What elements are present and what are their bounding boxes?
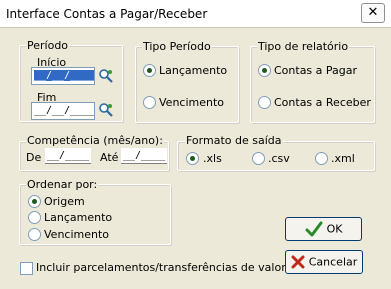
- competencia-ate-field[interactable]: __/____: [121, 148, 167, 164]
- cancel-label: Cancelar: [308, 255, 358, 269]
- ordenar-legend: Ordenar por:: [26, 178, 99, 191]
- csv-label[interactable]: .csv: [268, 152, 290, 165]
- close-button[interactable]: ✕: [361, 3, 385, 23]
- de-label: De: [26, 151, 42, 164]
- cancel-button[interactable]: Cancelar: [285, 250, 363, 274]
- cancel-x-icon: [291, 255, 305, 269]
- close-icon: ✕: [367, 5, 379, 20]
- window-title: Interface Contas a Pagar/Receber: [6, 7, 208, 21]
- radio-xls[interactable]: [186, 152, 199, 165]
- competencia-de-field[interactable]: __/____: [45, 148, 91, 164]
- radio-tipo-lancamento[interactable]: [143, 64, 156, 77]
- search-icon[interactable]: [98, 68, 114, 84]
- title-bar: Interface Contas a Pagar/Receber ✕: [0, 0, 391, 28]
- ordenar-origem-label[interactable]: Origem: [44, 195, 85, 208]
- ordenar-vencimento-label[interactable]: Vencimento: [44, 228, 109, 241]
- tipo-vencimento-label[interactable]: Vencimento: [159, 96, 224, 109]
- radio-ordenar-lancamento[interactable]: [28, 211, 41, 224]
- contas-pagar-label[interactable]: Contas a Pagar: [274, 64, 357, 77]
- inicio-date-field[interactable]: __/__/____: [31, 67, 95, 85]
- checkmark-icon: [305, 221, 323, 237]
- ate-label: Até: [100, 151, 119, 164]
- radio-ordenar-vencimento[interactable]: [28, 228, 41, 241]
- radio-tipo-vencimento[interactable]: [143, 96, 156, 109]
- tipo-relatorio-legend: Tipo de relatório: [257, 40, 350, 53]
- tipo-periodo-group: [135, 46, 239, 123]
- radio-csv[interactable]: [252, 152, 265, 165]
- tipo-lancamento-label[interactable]: Lançamento: [159, 64, 227, 77]
- radio-contas-receber[interactable]: [258, 96, 271, 109]
- radio-xml[interactable]: [315, 152, 328, 165]
- incluir-label[interactable]: Incluir parcelamentos/transferências de …: [36, 261, 286, 274]
- tipo-periodo-legend: Tipo Período: [142, 40, 212, 53]
- xml-label[interactable]: .xml: [331, 152, 355, 165]
- contas-receber-label[interactable]: Contas a Receber: [274, 96, 371, 109]
- formato-legend: Formato de saída: [185, 134, 283, 147]
- search-icon[interactable]: [98, 102, 114, 118]
- ordenar-lancamento-label[interactable]: Lançamento: [44, 211, 112, 224]
- radio-contas-pagar[interactable]: [258, 64, 271, 77]
- inicio-date-value: __/__/____: [34, 70, 95, 81]
- ok-label: OK: [326, 222, 343, 236]
- radio-ordenar-origem[interactable]: [28, 195, 41, 208]
- incluir-checkbox[interactable]: [20, 262, 33, 275]
- tipo-relatorio-group: [250, 46, 375, 123]
- ok-button[interactable]: OK: [285, 217, 362, 241]
- fim-date-field[interactable]: __/__/____: [31, 102, 95, 120]
- xls-label[interactable]: .xls: [203, 152, 222, 165]
- periodo-legend: Período: [26, 39, 70, 52]
- competencia-legend: Competência (mês/ano):: [26, 134, 164, 147]
